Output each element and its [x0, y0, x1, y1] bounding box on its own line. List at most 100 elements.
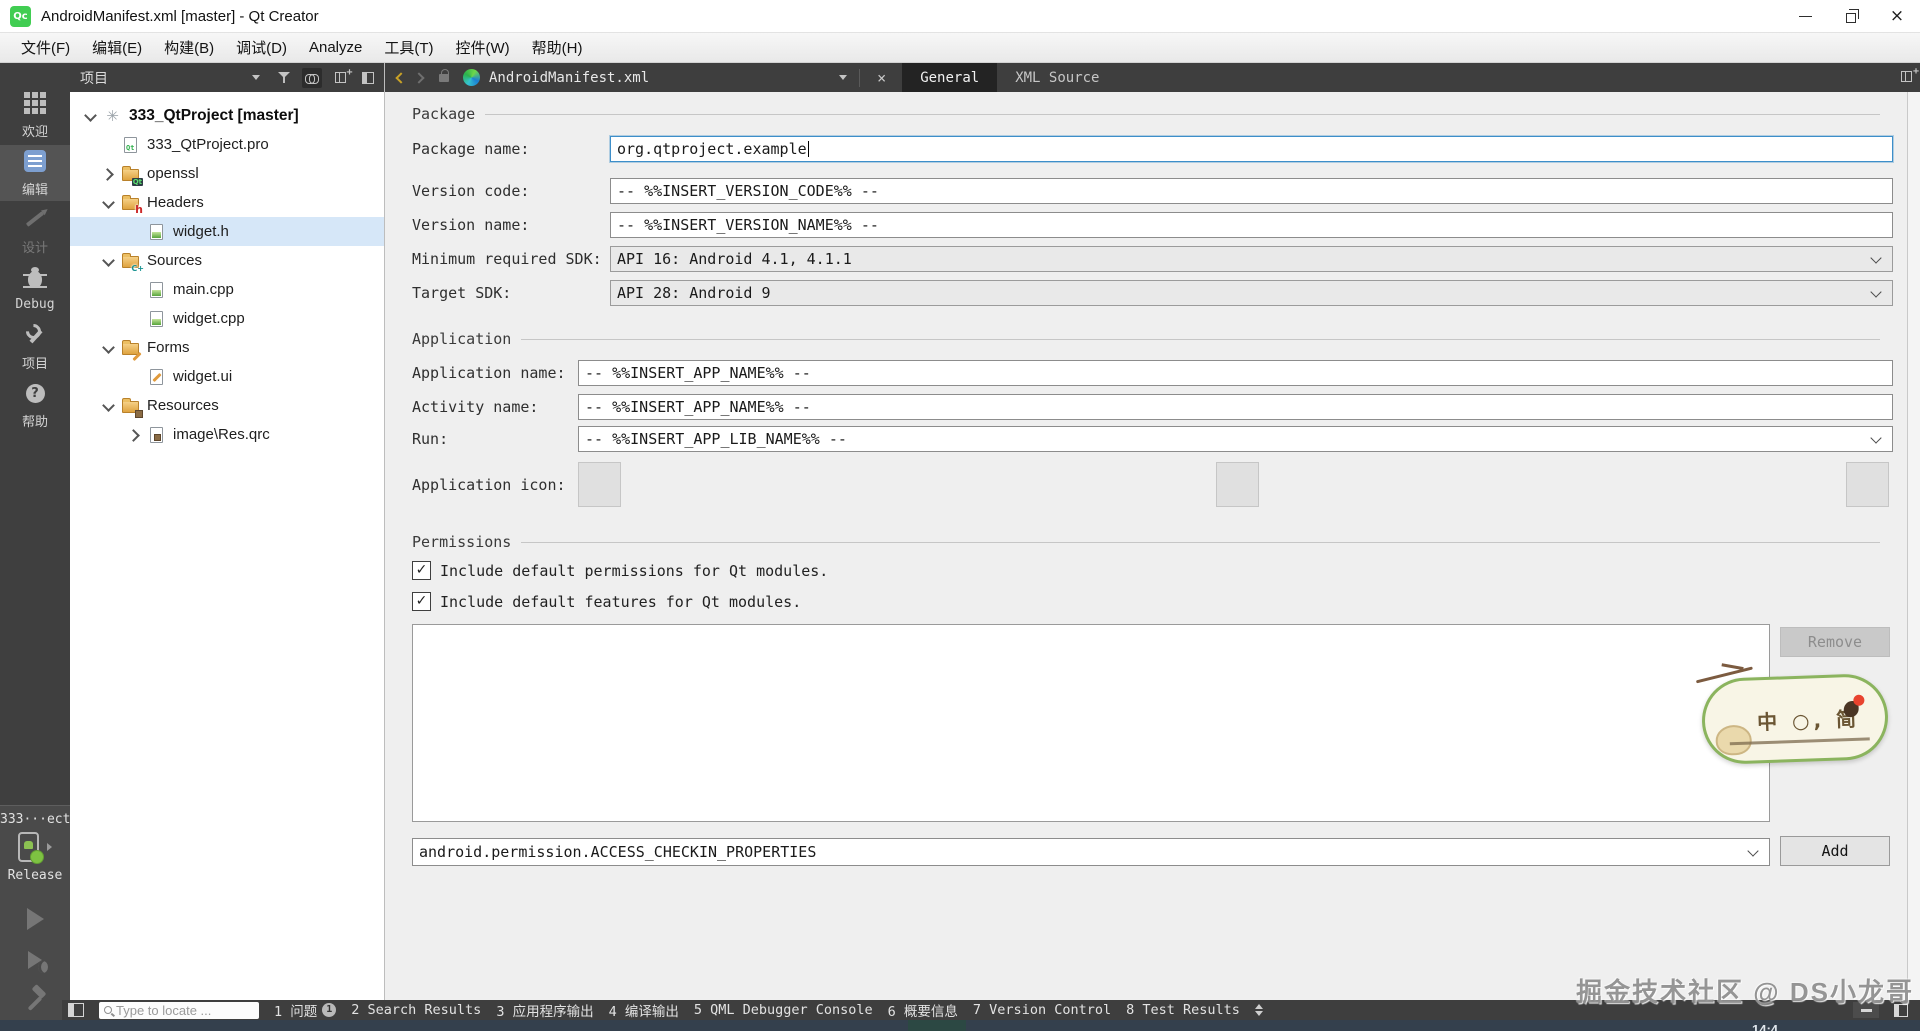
pane-summary[interactable]: 6 概要信息: [888, 1000, 958, 1020]
mode-icon: [0, 380, 70, 406]
mode-list: 欢迎 编辑 设计 Debug 项目 ? 帮助: [0, 63, 70, 435]
mode-design[interactable]: 设计: [0, 203, 70, 259]
minimize-button[interactable]: [1782, 0, 1828, 33]
tree-item-label: Forms: [147, 339, 190, 356]
menu-item[interactable]: Analyze: [298, 33, 373, 62]
mode-projects[interactable]: 项目: [0, 319, 70, 375]
mode-edit[interactable]: 编辑: [0, 145, 70, 201]
application-name-input[interactable]: -- %%INSERT_APP_NAME%% --: [578, 360, 1893, 386]
tree-item-widget-ui[interactable]: widget.ui: [70, 362, 384, 391]
go-back-icon[interactable]: [395, 71, 407, 84]
menu-item[interactable]: 工具(T): [373, 33, 444, 62]
tab-xml-source[interactable]: XML Source: [997, 63, 1117, 92]
tree-item-project-root[interactable]: 333_QtProject [master]: [70, 101, 384, 130]
tree-item-widget-h[interactable]: widget.h: [70, 217, 384, 246]
pane-selector-icon[interactable]: [1255, 1004, 1263, 1016]
run-combobox[interactable]: -- %%INSERT_APP_LIB_NAME%% --: [578, 426, 1893, 452]
tree-item-forms[interactable]: Forms: [70, 333, 384, 362]
pane-issues[interactable]: 1 问题 1: [274, 1000, 337, 1020]
tree-item-resources[interactable]: Resources: [70, 391, 384, 420]
tree-item-headers[interactable]: Headers: [70, 188, 384, 217]
version-name-input[interactable]: -- %%INSERT_VERSION_NAME%% --: [610, 212, 1893, 238]
output-pane-label: 3 应用程序输出: [496, 1004, 594, 1020]
filter-button[interactable]: [274, 68, 294, 88]
tree-item-pro-file[interactable]: 333_QtProject.pro: [70, 130, 384, 159]
tab-general[interactable]: General: [902, 63, 998, 92]
editor-scrollbar[interactable]: [1907, 92, 1920, 1000]
close-button[interactable]: ×: [1874, 0, 1920, 33]
panel-combo-button[interactable]: [246, 68, 266, 88]
package-name-input[interactable]: org.qtproject.example: [610, 136, 1893, 162]
expand-chevron-icon[interactable]: [100, 166, 116, 182]
menu-item[interactable]: 编辑(E): [81, 33, 153, 62]
mode-icon: [0, 206, 70, 232]
os-taskbar-sliver: 14:4: [0, 1020, 1920, 1031]
toggle-left-sidebar-icon[interactable]: [68, 1003, 84, 1017]
split-panel-button[interactable]: [330, 67, 353, 88]
menu-item[interactable]: 帮助(H): [521, 33, 594, 62]
add-permission-button[interactable]: Add: [1780, 836, 1890, 866]
mode-debug[interactable]: Debug: [0, 261, 70, 317]
pane-qml-console[interactable]: 5 QML Debugger Console: [694, 1002, 873, 1018]
build-button[interactable]: [15, 988, 55, 1014]
locator-input[interactable]: [116, 1002, 246, 1018]
menu-item[interactable]: 构建(B): [153, 33, 225, 62]
tree-item-label: image\Res.qrc: [173, 426, 270, 443]
lock-icon: [439, 68, 449, 82]
pane-version-control[interactable]: 7 Version Control: [973, 1002, 1111, 1018]
close-panel-button[interactable]: [358, 68, 378, 88]
expand-chevron-icon[interactable]: [82, 108, 98, 124]
open-document-name[interactable]: AndroidManifest.xml: [489, 70, 649, 86]
tree-item-res-qrc[interactable]: image\Res.qrc: [70, 420, 384, 449]
menu-item[interactable]: 控件(W): [445, 33, 521, 62]
activity-name-input[interactable]: -- %%INSERT_APP_NAME%% --: [578, 394, 1893, 420]
split-editor-icon[interactable]: [1901, 66, 1919, 82]
menu-item[interactable]: 文件(F): [10, 33, 81, 62]
target-sdk-combobox[interactable]: API 28: Android 9: [610, 280, 1893, 306]
close-document-icon[interactable]: ×: [869, 69, 894, 87]
pane-test-results[interactable]: 8 Test Results: [1126, 1002, 1240, 1018]
restore-button[interactable]: [1828, 0, 1874, 33]
debug-button[interactable]: [15, 947, 55, 973]
default-permissions-checkbox-row[interactable]: ✓ Include default permissions for Qt mod…: [412, 560, 828, 581]
go-forward-icon[interactable]: [413, 71, 425, 84]
default-features-checkbox-row[interactable]: ✓ Include default features for Qt module…: [412, 591, 801, 612]
tree-item-main-cpp[interactable]: main.cpp: [70, 275, 384, 304]
expand-chevron-icon[interactable]: [126, 427, 142, 443]
menu-item[interactable]: 调试(D): [225, 33, 298, 62]
run-button[interactable]: [15, 906, 55, 932]
document-dropdown-icon[interactable]: [839, 75, 848, 80]
permissions-list[interactable]: [412, 624, 1770, 822]
minimize-icon: [1798, 16, 1812, 17]
permission-combobox[interactable]: android.permission.ACCESS_CHECKIN_PROPER…: [412, 838, 1770, 866]
mode-welcome[interactable]: 欢迎: [0, 87, 70, 143]
kit-selector[interactable]: 333···ect Release: [0, 805, 70, 1020]
version-code-input[interactable]: -- %%INSERT_VERSION_CODE%% --: [610, 178, 1893, 204]
tree-item-sources[interactable]: Sources: [70, 246, 384, 275]
mode-icon: [0, 90, 70, 116]
menu-item-label: 帮助(H): [531, 40, 583, 57]
expand-chevron-icon[interactable]: [100, 398, 116, 414]
locator-box[interactable]: [99, 1001, 259, 1019]
sync-with-editor-button[interactable]: [302, 67, 322, 88]
pane-app-output[interactable]: 3 应用程序输出: [496, 1000, 593, 1020]
min-sdk-combobox[interactable]: API 16: Android 4.1, 4.1.1: [610, 246, 1893, 272]
expand-chevron-icon[interactable]: [100, 253, 116, 269]
app-icon-low-dpi-button[interactable]: [578, 462, 621, 507]
app-icon-medium-dpi-button[interactable]: [1216, 462, 1259, 507]
tree-item-openssl[interactable]: openssl: [70, 159, 384, 188]
menu-item-label: 控件(W): [455, 40, 510, 57]
remove-permission-button[interactable]: Remove: [1780, 627, 1890, 657]
expand-chevron-icon[interactable]: [100, 340, 116, 356]
window-controls: ×: [1782, 0, 1920, 33]
mode-bar: 欢迎 编辑 设计 Debug 项目 ? 帮助 333···ect Release: [0, 63, 70, 1020]
checkbox-checked-icon[interactable]: ✓: [412, 592, 431, 611]
application-name-row: Application name: -- %%INSERT_APP_NAME%%…: [412, 360, 1893, 386]
mode-help[interactable]: 帮助: [0, 377, 70, 433]
app-icon-high-dpi-button[interactable]: [1846, 462, 1889, 507]
pane-search-results[interactable]: 2 Search Results: [351, 1002, 481, 1018]
pane-compile-output[interactable]: 4 编译输出: [609, 1000, 679, 1020]
expand-chevron-icon[interactable]: [100, 195, 116, 211]
checkbox-checked-icon[interactable]: ✓: [412, 561, 431, 580]
tree-item-widget-cpp[interactable]: widget.cpp: [70, 304, 384, 333]
